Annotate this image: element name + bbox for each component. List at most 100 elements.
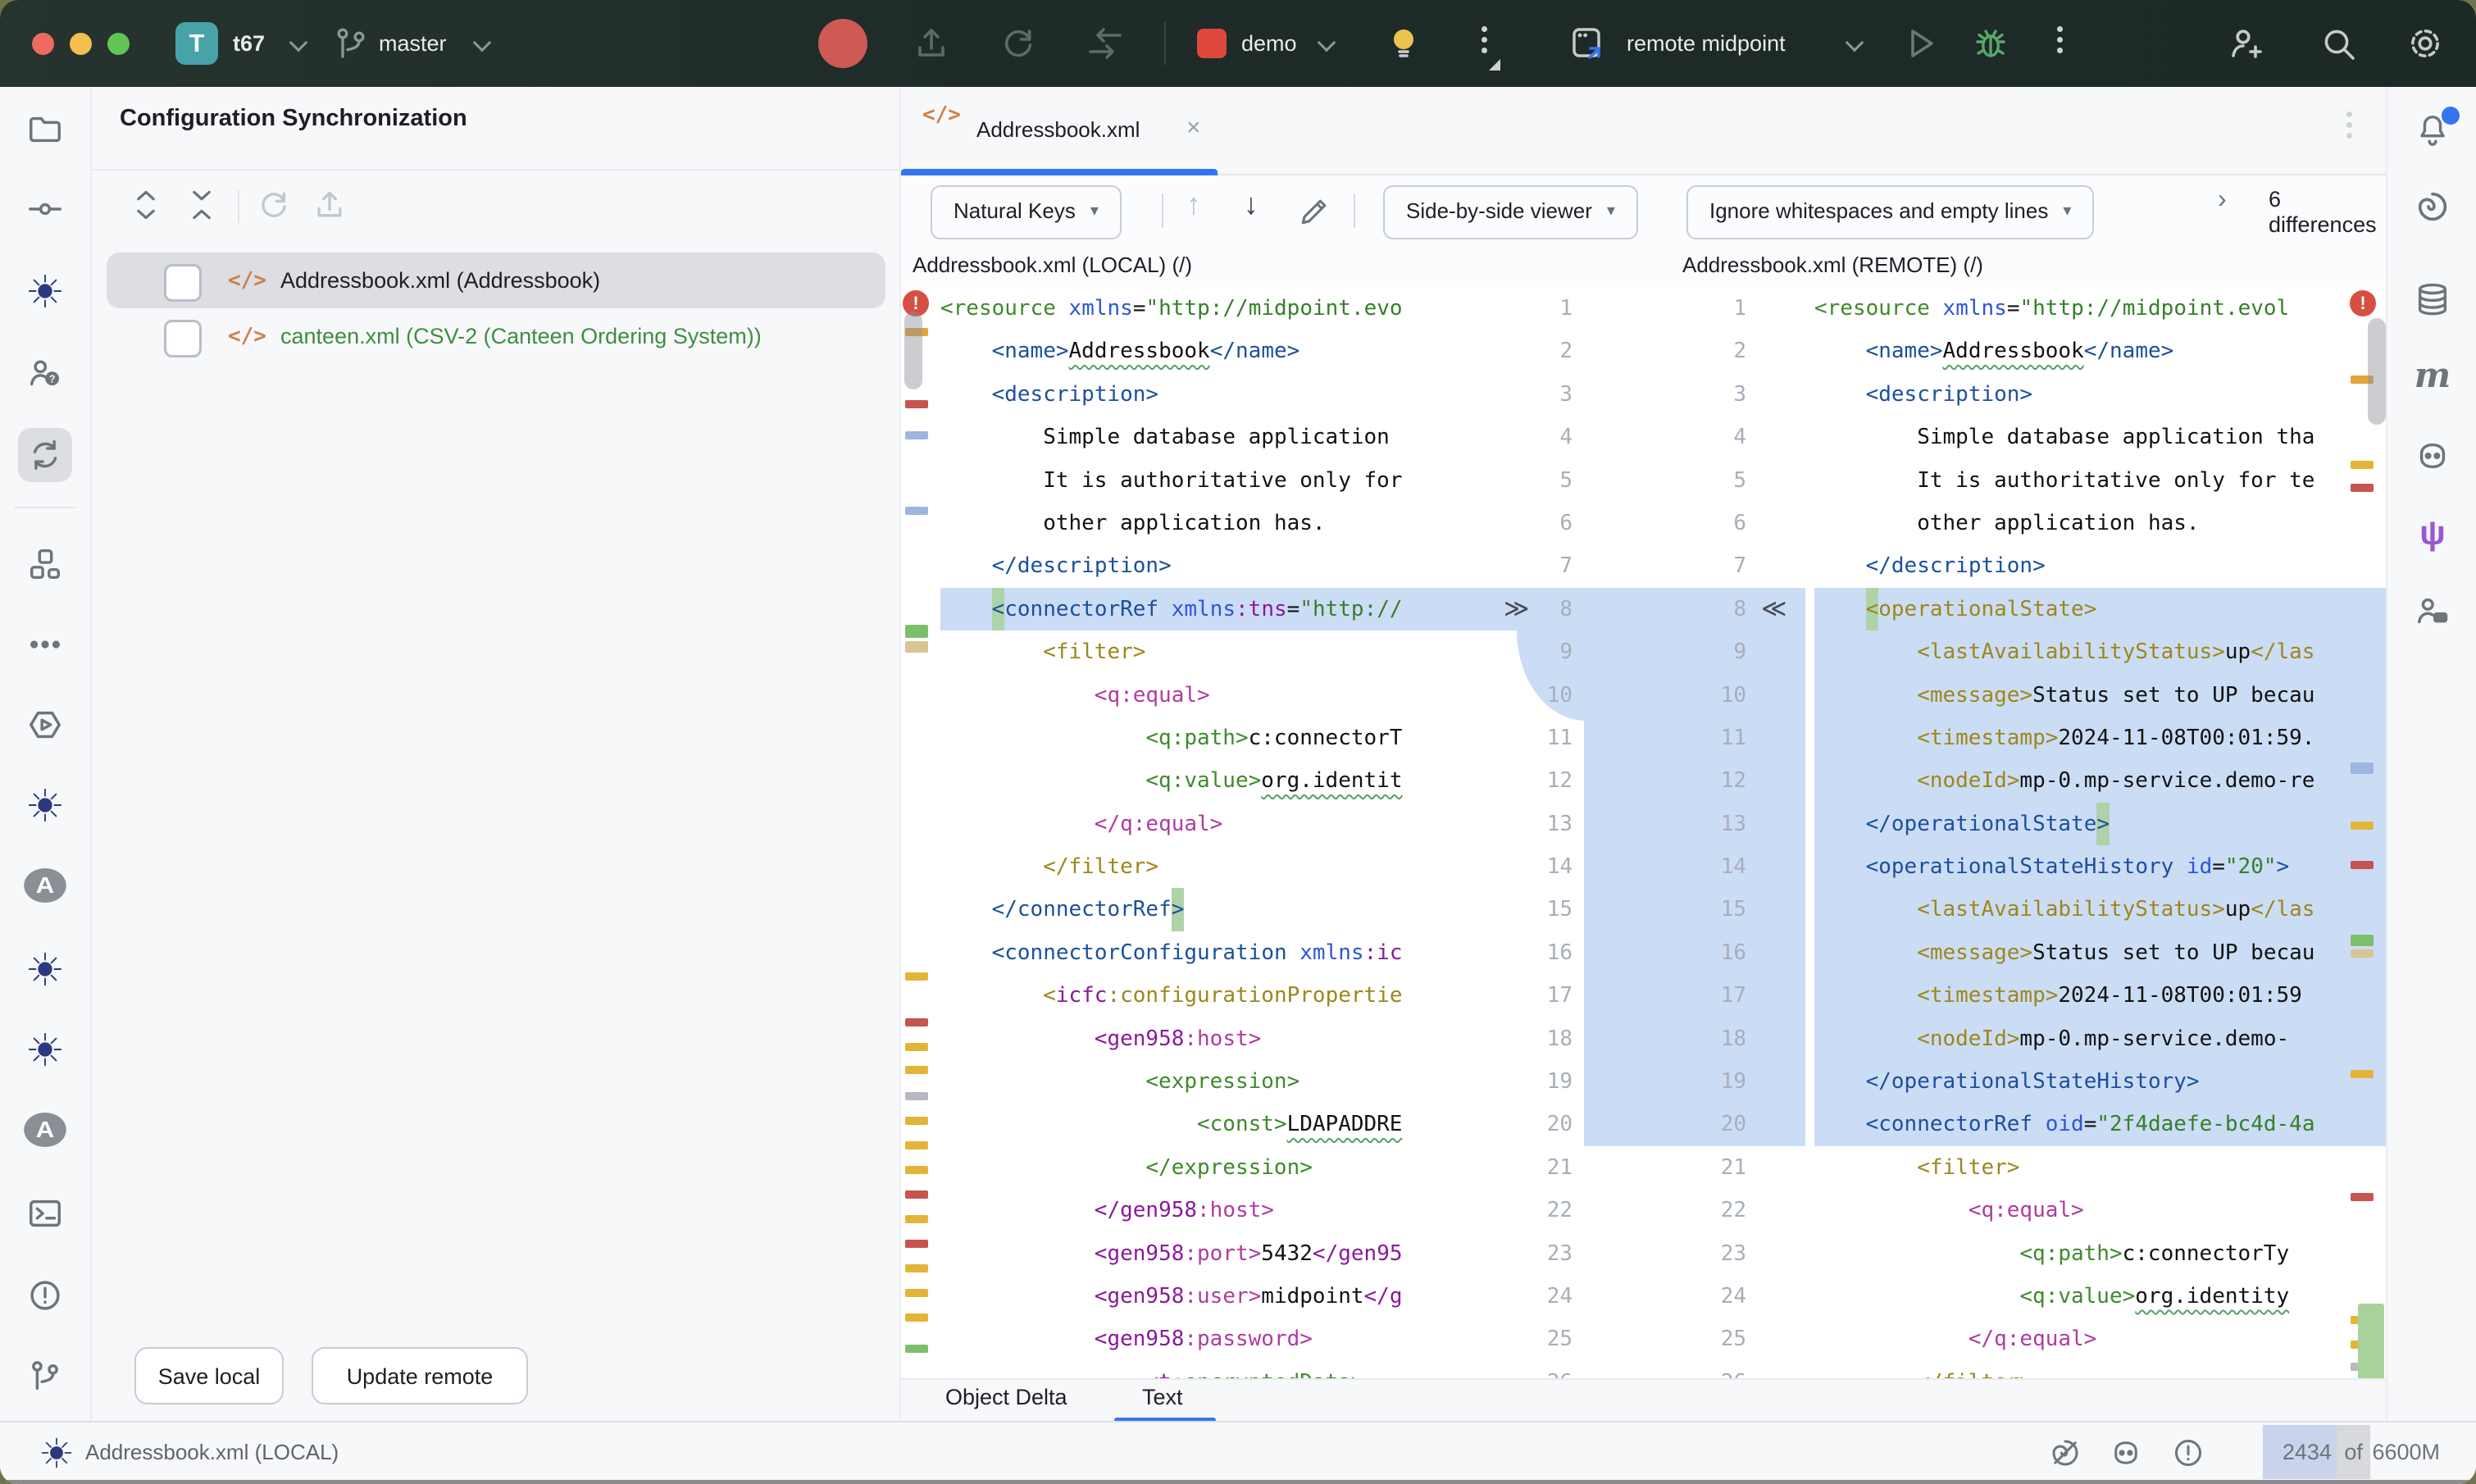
code-line[interactable]: <description> — [940, 373, 1527, 416]
code-line[interactable]: <resource xmlns="http://midpoint.evol — [1814, 287, 2387, 330]
git-branch-icon[interactable] — [26, 1357, 64, 1395]
project-folder-icon[interactable] — [26, 111, 64, 148]
minimize-window-button[interactable] — [70, 33, 92, 55]
code-line[interactable]: <connectorRef oid="2f4daefe-bc4d-4a — [1814, 1103, 2387, 1145]
ai-assistant-icon[interactable] — [2414, 188, 2451, 225]
code-line[interactable]: <lastAvailabilityStatus>up</las — [1814, 888, 2387, 931]
code-line[interactable]: </filter> — [940, 845, 1527, 888]
code-line[interactable]: </q:equal> — [940, 803, 1527, 845]
run-play-icon[interactable] — [1900, 24, 1940, 63]
whitespace-dropdown[interactable]: Ignore whitespaces and empty lines▾ — [1686, 185, 2094, 239]
code-line[interactable]: </q:equal> — [1814, 1318, 2387, 1360]
local-scrollbar-thumb[interactable] — [904, 312, 922, 389]
refresh-icon[interactable] — [999, 24, 1038, 63]
viewer-dropdown[interactable]: Side-by-side viewer▾ — [1383, 185, 1638, 239]
close-window-button[interactable] — [32, 33, 54, 55]
expand-toolbar-chevron-icon[interactable]: › — [2218, 184, 2227, 214]
keys-dropdown[interactable]: Natural Keys▾ — [931, 185, 1122, 239]
event-log-icon[interactable] — [2171, 1436, 2205, 1470]
debug-bug-icon[interactable] — [1971, 24, 2010, 63]
code-line[interactable]: <name>Addressbook</name> — [940, 330, 1527, 372]
code-line[interactable]: It is authoritative only for — [940, 459, 1527, 502]
code-line[interactable]: It is authoritative only for te — [1814, 459, 2387, 502]
code-line[interactable]: </description> — [1814, 544, 2387, 587]
remote-code-pane[interactable]: <resource xmlns="http://midpoint.evol<na… — [1805, 287, 2387, 1378]
remote-error-stripe[interactable] — [2348, 287, 2386, 1378]
code-line[interactable]: <timestamp>2024-11-08T00:01:59. — [1814, 717, 2387, 759]
next-difference-icon[interactable]: ↓ — [1244, 187, 1258, 221]
update-project-icon[interactable] — [1086, 24, 1125, 63]
code-line[interactable]: </filter> — [1814, 1361, 2387, 1378]
changed-block-marker-right[interactable]: ≪ — [1761, 588, 1786, 630]
local-code-pane[interactable]: <resource xmlns="http://midpoint.evo<nam… — [931, 287, 1527, 1378]
code-line[interactable]: </gen958:host> — [940, 1189, 1527, 1231]
code-line[interactable]: <q:path>c:connectorT — [940, 717, 1527, 759]
code-review-chat-icon[interactable] — [2414, 592, 2451, 630]
problems-icon[interactable] — [26, 1277, 64, 1314]
remote-scrollbar-thumb[interactable] — [2368, 318, 2386, 425]
remote-target-chevron-icon[interactable] — [1846, 34, 1864, 52]
tree-row[interactable]: </>canteen.xml (CSV-2 (Canteen Ordering … — [107, 308, 885, 364]
code-line[interactable]: <filter> — [940, 630, 1527, 673]
more-actions-icon[interactable] — [1476, 21, 1492, 67]
zoom-window-button[interactable] — [107, 33, 130, 55]
code-line[interactable]: <q:equal> — [1814, 1189, 2387, 1231]
run-more-icon[interactable] — [2051, 21, 2068, 67]
collapse-all-icon[interactable] — [184, 187, 220, 223]
code-line[interactable]: <nodeId>mp-0.mp-service.demo- — [1814, 1017, 2387, 1060]
code-line[interactable]: other application has. — [940, 502, 1527, 544]
code-line[interactable]: <timestamp>2024-11-08T00:01:59 — [1814, 974, 2387, 1017]
add-user-icon[interactable] — [2227, 24, 2266, 63]
terminal-icon[interactable] — [26, 1195, 64, 1232]
code-line[interactable]: <connectorConfiguration xmlns:ic — [940, 931, 1527, 974]
code-line[interactable]: <q:value>org.identity — [1814, 1275, 2387, 1318]
code-line[interactable]: <gen958:user>midpoint</g — [940, 1275, 1527, 1318]
code-line[interactable]: <operationalState> — [1814, 588, 2387, 630]
tab-text[interactable]: Text — [1142, 1385, 1183, 1410]
tree-row[interactable]: </>Addressbook.xml (Addressbook) — [107, 253, 885, 308]
code-line[interactable]: <gen958:host> — [940, 1017, 1527, 1060]
midpoint-target-icon[interactable] — [26, 272, 64, 310]
code-line[interactable]: </description> — [940, 544, 1527, 587]
run-config-chevron-icon[interactable] — [1318, 34, 1336, 52]
a-badge-icon[interactable]: A — [26, 1113, 64, 1150]
changed-block-marker-left[interactable]: ≫ — [1504, 588, 1529, 630]
remote-target-name[interactable]: remote midpoint — [1627, 0, 1786, 87]
config-sync-icon[interactable] — [18, 428, 72, 482]
a-badge-icon[interactable]: A — [26, 868, 64, 906]
save-local-button[interactable]: Save local — [134, 1347, 284, 1404]
ai-assistant-off-icon[interactable] — [2048, 1436, 2082, 1470]
update-remote-button[interactable]: Update remote — [312, 1347, 528, 1404]
branch-name[interactable]: master — [379, 0, 447, 87]
code-line[interactable]: <q:value>org.identit — [940, 759, 1527, 802]
code-line[interactable]: <name>Addressbook</name> — [1814, 330, 2387, 372]
previous-difference-icon[interactable]: ↑ — [1186, 187, 1201, 221]
code-line[interactable]: <filter> — [1814, 1146, 2387, 1189]
record-button[interactable] — [818, 19, 867, 68]
code-line[interactable]: <operationalStateHistory id="20"> — [1814, 845, 2387, 888]
row-checkbox[interactable] — [164, 320, 202, 357]
upload-icon[interactable] — [912, 24, 951, 63]
maven-icon[interactable]: m — [2414, 357, 2451, 394]
code-line[interactable]: <lastAvailabilityStatus>up</las — [1814, 630, 2387, 673]
code-line[interactable]: Simple database application — [940, 416, 1527, 458]
code-line[interactable]: <resource xmlns="http://midpoint.evo — [940, 287, 1527, 330]
run-config-name[interactable]: demo — [1241, 0, 1297, 87]
code-line[interactable]: <const>LDAPADDRE — [940, 1103, 1527, 1145]
copilot-icon[interactable] — [2414, 437, 2451, 475]
code-line[interactable]: <q:path>c:connectorTy — [1814, 1232, 2387, 1275]
expand-all-icon[interactable] — [128, 187, 164, 223]
services-icon[interactable] — [26, 706, 64, 744]
row-checkbox[interactable] — [164, 264, 202, 302]
code-line[interactable]: <connectorRef xmlns:tns="http:// — [940, 588, 1527, 630]
search-icon[interactable] — [2319, 24, 2358, 63]
refresh-list-icon[interactable] — [256, 187, 292, 223]
copilot-icon[interactable] — [2109, 1436, 2143, 1470]
psi-plugin-icon[interactable]: ψ — [2414, 514, 2451, 552]
code-line[interactable]: <nodeId>mp-0.mp-service.demo-re — [1814, 759, 2387, 802]
midpoint-target-icon[interactable] — [26, 786, 64, 824]
midpoint-target-icon[interactable] — [26, 950, 64, 988]
code-line[interactable]: other application has. — [1814, 502, 2387, 544]
branch-chevron-icon[interactable] — [473, 34, 492, 52]
code-line[interactable]: <message>Status set to UP becau — [1814, 674, 2387, 717]
